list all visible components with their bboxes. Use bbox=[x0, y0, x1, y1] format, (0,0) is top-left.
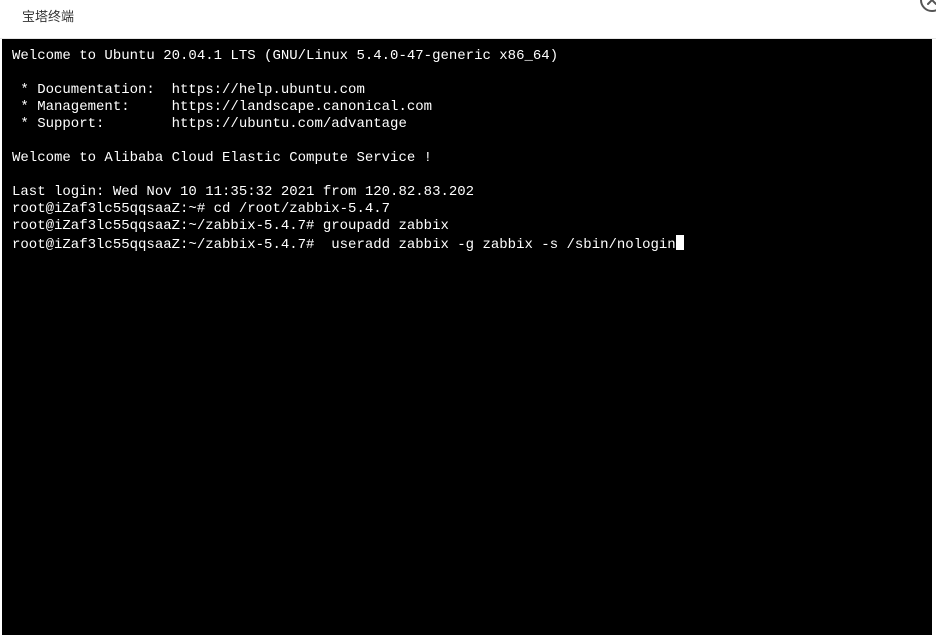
terminal-output[interactable]: Welcome to Ubuntu 20.04.1 LTS (GNU/Linux… bbox=[2, 39, 932, 635]
terminal-line: Welcome to Ubuntu 20.04.1 LTS (GNU/Linux… bbox=[12, 48, 559, 64]
title-bar: 宝塔终端 bbox=[0, 0, 936, 39]
terminal-line: Last login: Wed Nov 10 11:35:32 2021 fro… bbox=[12, 184, 475, 200]
terminal-window: 宝塔终端 Welcome to Ubuntu 20.04.1 LTS (GNU/… bbox=[0, 0, 936, 635]
window-title: 宝塔终端 bbox=[22, 10, 75, 25]
terminal-line: root@iZaf3lc55qqsaaZ:~# cd /root/zabbix-… bbox=[12, 201, 391, 217]
terminal-line: * Documentation: https://help.ubuntu.com bbox=[12, 82, 365, 98]
terminal-input-line[interactable]: root@iZaf3lc55qqsaaZ:~/zabbix-5.4.7# use… bbox=[12, 235, 932, 253]
terminal-line: Welcome to Alibaba Cloud Elastic Compute… bbox=[12, 150, 433, 166]
terminal-prompt: root@iZaf3lc55qqsaaZ:~/zabbix-5.4.7# bbox=[12, 237, 315, 253]
terminal-cursor bbox=[675, 235, 684, 250]
close-icon bbox=[927, 0, 936, 5]
terminal-line: * Support: https://ubuntu.com/advantage bbox=[12, 116, 407, 132]
terminal-line: root@iZaf3lc55qqsaaZ:~/zabbix-5.4.7# gro… bbox=[12, 218, 449, 234]
terminal-line: * Management: https://landscape.canonica… bbox=[12, 99, 433, 115]
terminal-command-input[interactable]: useradd zabbix -g zabbix -s /sbin/nologi… bbox=[314, 237, 675, 253]
